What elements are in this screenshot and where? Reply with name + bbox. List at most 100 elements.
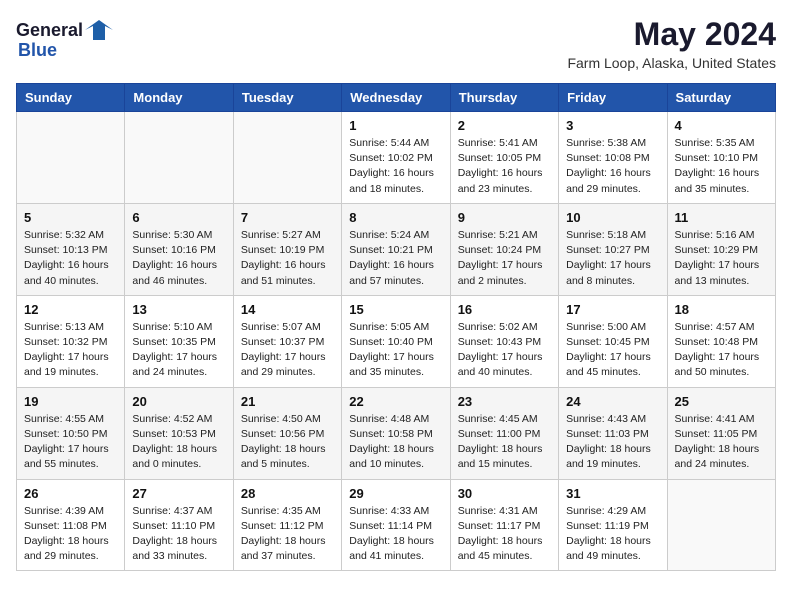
calendar-cell: 29 Sunrise: 4:33 AMSunset: 11:14 PMDaylig… bbox=[342, 479, 450, 571]
day-number: 25 bbox=[675, 394, 768, 409]
calendar-cell: 20 Sunrise: 4:52 AMSunset: 10:53 PMDaylig… bbox=[125, 387, 233, 479]
column-header-wednesday: Wednesday bbox=[342, 84, 450, 112]
column-header-tuesday: Tuesday bbox=[233, 84, 341, 112]
calendar-week-row: 19Sunrise: 4:55 AMSunset: 10:50 PMDaylig… bbox=[17, 387, 776, 479]
day-number: 3 bbox=[566, 118, 659, 133]
calendar-cell: 3 Sunrise: 5:38 AMSunset: 10:08 PMDayligh… bbox=[559, 112, 667, 204]
day-number: 27 bbox=[132, 486, 225, 501]
day-detail: Sunrise: 4:33 AMSunset: 11:14 PMDaylight… bbox=[349, 504, 442, 565]
logo-general-text: General bbox=[16, 20, 83, 41]
day-detail: Sunrise: 4:50 AMSunset: 10:56 PMDaylight… bbox=[241, 412, 334, 473]
day-detail: Sunrise: 4:48 AMSunset: 10:58 PMDaylight… bbox=[349, 412, 442, 473]
day-detail: Sunrise: 5:27 AMSunset: 10:19 PMDaylight… bbox=[241, 228, 334, 289]
day-detail: Sunrise: 5:02 AMSunset: 10:43 PMDaylight… bbox=[458, 320, 551, 381]
day-number: 10 bbox=[566, 210, 659, 225]
calendar-cell bbox=[667, 479, 775, 571]
calendar-cell: 21 Sunrise: 4:50 AMSunset: 10:56 PMDaylig… bbox=[233, 387, 341, 479]
calendar-cell: 9 Sunrise: 5:21 AMSunset: 10:24 PMDayligh… bbox=[450, 203, 558, 295]
calendar-cell: 18Sunrise: 4:57 AMSunset: 10:48 PMDaylig… bbox=[667, 295, 775, 387]
calendar-cell: 19Sunrise: 4:55 AMSunset: 10:50 PMDaylig… bbox=[17, 387, 125, 479]
day-number: 1 bbox=[349, 118, 442, 133]
day-number: 28 bbox=[241, 486, 334, 501]
day-number: 29 bbox=[349, 486, 442, 501]
day-number: 4 bbox=[675, 118, 768, 133]
column-header-monday: Monday bbox=[125, 84, 233, 112]
calendar-table: SundayMondayTuesdayWednesdayThursdayFrid… bbox=[16, 83, 776, 571]
day-detail: Sunrise: 5:41 AMSunset: 10:05 PMDaylight… bbox=[458, 136, 551, 197]
calendar-cell: 5 Sunrise: 5:32 AMSunset: 10:13 PMDayligh… bbox=[17, 203, 125, 295]
column-header-sunday: Sunday bbox=[17, 84, 125, 112]
calendar-cell: 4 Sunrise: 5:35 AMSunset: 10:10 PMDayligh… bbox=[667, 112, 775, 204]
calendar-cell: 6 Sunrise: 5:30 AMSunset: 10:16 PMDayligh… bbox=[125, 203, 233, 295]
calendar-cell: 8 Sunrise: 5:24 AMSunset: 10:21 PMDayligh… bbox=[342, 203, 450, 295]
day-detail: Sunrise: 5:05 AMSunset: 10:40 PMDaylight… bbox=[349, 320, 442, 381]
day-detail: Sunrise: 4:41 AMSunset: 11:05 PMDaylight… bbox=[675, 412, 768, 473]
calendar-cell: 22 Sunrise: 4:48 AMSunset: 10:58 PMDaylig… bbox=[342, 387, 450, 479]
day-detail: Sunrise: 4:37 AMSunset: 11:10 PMDaylight… bbox=[132, 504, 225, 565]
day-detail: Sunrise: 4:31 AMSunset: 11:17 PMDaylight… bbox=[458, 504, 551, 565]
day-detail: Sunrise: 5:16 AMSunset: 10:29 PMDaylight… bbox=[675, 228, 768, 289]
day-number: 14 bbox=[241, 302, 334, 317]
day-detail: Sunrise: 5:44 AMSunset: 10:02 PMDaylight… bbox=[349, 136, 442, 197]
calendar-cell: 17Sunrise: 5:00 AMSunset: 10:45 PMDaylig… bbox=[559, 295, 667, 387]
day-number: 20 bbox=[132, 394, 225, 409]
calendar-cell: 27 Sunrise: 4:37 AMSunset: 11:10 PMDaylig… bbox=[125, 479, 233, 571]
day-number: 22 bbox=[349, 394, 442, 409]
calendar-week-row: 26Sunrise: 4:39 AMSunset: 11:08 PMDaylig… bbox=[17, 479, 776, 571]
day-number: 8 bbox=[349, 210, 442, 225]
day-number: 19 bbox=[24, 394, 117, 409]
calendar-week-row: 12Sunrise: 5:13 AMSunset: 10:32 PMDaylig… bbox=[17, 295, 776, 387]
calendar-cell: 15Sunrise: 5:05 AMSunset: 10:40 PMDaylig… bbox=[342, 295, 450, 387]
day-detail: Sunrise: 5:30 AMSunset: 10:16 PMDaylight… bbox=[132, 228, 225, 289]
subtitle: Farm Loop, Alaska, United States bbox=[567, 55, 776, 71]
calendar-cell: 25 Sunrise: 4:41 AMSunset: 11:05 PMDaylig… bbox=[667, 387, 775, 479]
logo: General Blue bbox=[16, 16, 113, 61]
calendar-cell: 7 Sunrise: 5:27 AMSunset: 10:19 PMDayligh… bbox=[233, 203, 341, 295]
calendar-cell: 31 Sunrise: 4:29 AMSunset: 11:19 PMDaylig… bbox=[559, 479, 667, 571]
day-number: 31 bbox=[566, 486, 659, 501]
day-detail: Sunrise: 5:10 AMSunset: 10:35 PMDaylight… bbox=[132, 320, 225, 381]
day-number: 24 bbox=[566, 394, 659, 409]
day-number: 21 bbox=[241, 394, 334, 409]
day-number: 7 bbox=[241, 210, 334, 225]
main-title: May 2024 bbox=[567, 16, 776, 53]
day-detail: Sunrise: 5:21 AMSunset: 10:24 PMDaylight… bbox=[458, 228, 551, 289]
calendar-cell bbox=[125, 112, 233, 204]
calendar-week-row: 1 Sunrise: 5:44 AMSunset: 10:02 PMDayligh… bbox=[17, 112, 776, 204]
logo-bird-icon bbox=[85, 16, 113, 44]
column-header-thursday: Thursday bbox=[450, 84, 558, 112]
day-number: 11 bbox=[675, 210, 768, 225]
day-detail: Sunrise: 5:00 AMSunset: 10:45 PMDaylight… bbox=[566, 320, 659, 381]
calendar-week-row: 5 Sunrise: 5:32 AMSunset: 10:13 PMDayligh… bbox=[17, 203, 776, 295]
logo-blue-text: Blue bbox=[18, 40, 57, 61]
column-header-friday: Friday bbox=[559, 84, 667, 112]
day-detail: Sunrise: 5:32 AMSunset: 10:13 PMDaylight… bbox=[24, 228, 117, 289]
day-detail: Sunrise: 4:43 AMSunset: 11:03 PMDaylight… bbox=[566, 412, 659, 473]
day-detail: Sunrise: 4:35 AMSunset: 11:12 PMDaylight… bbox=[241, 504, 334, 565]
calendar-header-row: SundayMondayTuesdayWednesdayThursdayFrid… bbox=[17, 84, 776, 112]
calendar-cell: 23Sunrise: 4:45 AMSunset: 11:00 PMDaylig… bbox=[450, 387, 558, 479]
calendar-cell bbox=[17, 112, 125, 204]
day-detail: Sunrise: 4:29 AMSunset: 11:19 PMDaylight… bbox=[566, 504, 659, 565]
day-detail: Sunrise: 4:52 AMSunset: 10:53 PMDaylight… bbox=[132, 412, 225, 473]
day-detail: Sunrise: 5:35 AMSunset: 10:10 PMDaylight… bbox=[675, 136, 768, 197]
calendar-cell: 28 Sunrise: 4:35 AMSunset: 11:12 PMDaylig… bbox=[233, 479, 341, 571]
day-detail: Sunrise: 4:45 AMSunset: 11:00 PMDaylight… bbox=[458, 412, 551, 473]
calendar-cell: 13 Sunrise: 5:10 AMSunset: 10:35 PMDaylig… bbox=[125, 295, 233, 387]
day-number: 5 bbox=[24, 210, 117, 225]
calendar-cell: 2Sunrise: 5:41 AMSunset: 10:05 PMDayligh… bbox=[450, 112, 558, 204]
column-header-saturday: Saturday bbox=[667, 84, 775, 112]
day-detail: Sunrise: 5:24 AMSunset: 10:21 PMDaylight… bbox=[349, 228, 442, 289]
calendar-cell bbox=[233, 112, 341, 204]
day-number: 9 bbox=[458, 210, 551, 225]
day-number: 13 bbox=[132, 302, 225, 317]
calendar-cell: 26Sunrise: 4:39 AMSunset: 11:08 PMDaylig… bbox=[17, 479, 125, 571]
calendar-cell: 16Sunrise: 5:02 AMSunset: 10:43 PMDaylig… bbox=[450, 295, 558, 387]
calendar-cell: 14Sunrise: 5:07 AMSunset: 10:37 PMDaylig… bbox=[233, 295, 341, 387]
day-detail: Sunrise: 4:57 AMSunset: 10:48 PMDaylight… bbox=[675, 320, 768, 381]
day-detail: Sunrise: 5:38 AMSunset: 10:08 PMDaylight… bbox=[566, 136, 659, 197]
day-number: 26 bbox=[24, 486, 117, 501]
title-block: May 2024 Farm Loop, Alaska, United State… bbox=[567, 16, 776, 71]
day-number: 6 bbox=[132, 210, 225, 225]
calendar-cell: 10Sunrise: 5:18 AMSunset: 10:27 PMDaylig… bbox=[559, 203, 667, 295]
